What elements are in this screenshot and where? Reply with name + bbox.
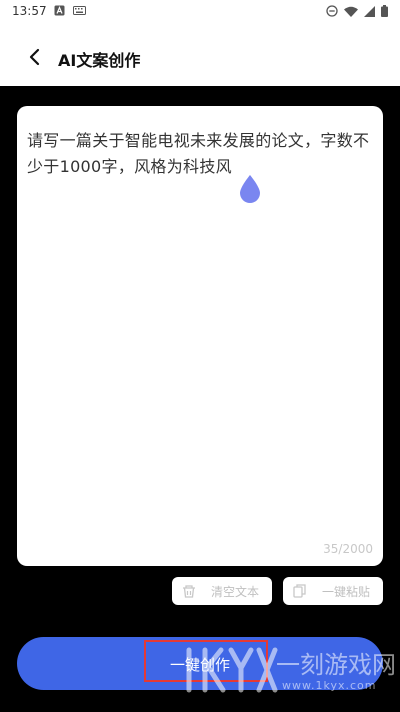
text-cursor-handle[interactable] <box>238 174 262 204</box>
page-title: AI文案创作 <box>58 51 141 70</box>
status-bar: 13:57 <box>0 0 400 24</box>
status-time: 13:57 <box>12 4 47 18</box>
paste-button[interactable]: 一键粘贴 <box>283 577 383 605</box>
prompt-text[interactable]: 请写一篇关于智能电视未来发展的论文，字数不少于1000字，风格为科技风 <box>27 128 373 180</box>
wifi-icon <box>344 6 358 17</box>
back-button[interactable] <box>22 44 48 70</box>
watermark-text: 一刻游戏网 <box>276 651 396 679</box>
keyboard-icon <box>73 6 86 15</box>
battery-icon <box>381 5 388 17</box>
watermark-url: www.1kyx.com <box>282 679 377 692</box>
paste-label: 一键粘贴 <box>322 584 371 599</box>
clear-text-label: 清空文本 <box>211 584 260 599</box>
char-count: 35/2000 <box>323 542 373 556</box>
trash-icon <box>183 585 195 598</box>
signal-icon <box>364 5 375 17</box>
status-right-icons <box>326 5 388 17</box>
header: AI文案创作 <box>0 24 400 86</box>
status-left-icons <box>54 5 86 16</box>
copy-icon <box>293 584 306 598</box>
prompt-editor[interactable]: 请写一篇关于智能电视未来发展的论文，字数不少于1000字，风格为科技风 35/2… <box>17 106 383 566</box>
a-box-icon <box>54 5 65 16</box>
watermark-logo <box>186 647 278 693</box>
do-not-disturb-icon <box>326 5 338 17</box>
chevron-left-icon <box>29 48 40 66</box>
clear-text-button[interactable]: 清空文本 <box>172 577 272 605</box>
